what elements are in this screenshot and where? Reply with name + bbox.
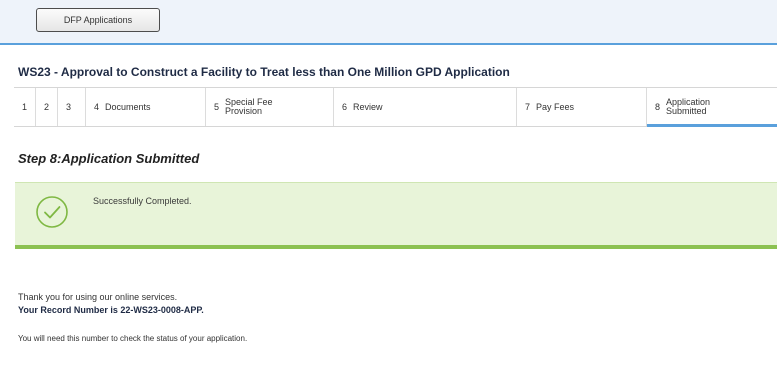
step-number: 1 bbox=[22, 102, 28, 112]
record-number: 22-WS23-0008-APP. bbox=[120, 305, 204, 315]
step-number: 7 bbox=[525, 102, 531, 112]
step-number: 3 bbox=[66, 102, 72, 112]
step-label: Special Fee Provision bbox=[225, 97, 273, 116]
step-number: 6 bbox=[342, 102, 348, 112]
step-4-documents[interactable]: 4 Documents bbox=[86, 88, 206, 126]
dfp-applications-button[interactable]: DFP Applications bbox=[36, 8, 160, 32]
step-label: Review bbox=[353, 101, 383, 112]
step-8-application-submitted[interactable]: 8 Application Submitted bbox=[647, 88, 777, 127]
step-number: 8 bbox=[655, 102, 661, 112]
step-6-review[interactable]: 6 Review bbox=[334, 88, 517, 126]
step-heading: Step 8:Application Submitted bbox=[18, 151, 200, 166]
step-progress-bar: 1 2 3 4 Documents 5 Special Fee Provisio… bbox=[14, 87, 777, 127]
status-note: You will need this number to check the s… bbox=[18, 334, 248, 343]
step-number: 2 bbox=[44, 102, 50, 112]
success-message: Successfully Completed. bbox=[93, 196, 192, 206]
step-2[interactable]: 2 bbox=[36, 88, 58, 126]
step-label: Documents bbox=[105, 101, 151, 112]
record-number-line: Your Record Number is 22-WS23-0008-APP. bbox=[18, 305, 204, 315]
step-number: 4 bbox=[94, 102, 100, 112]
step-number: 5 bbox=[214, 102, 220, 112]
thank-you-text: Thank you for using our online services. bbox=[18, 292, 178, 302]
page-title: WS23 - Approval to Construct a Facility … bbox=[18, 65, 510, 79]
record-number-label: Your Record Number is bbox=[18, 305, 121, 315]
top-bar: DFP Applications bbox=[0, 0, 777, 45]
step-1[interactable]: 1 bbox=[14, 88, 36, 126]
step-5-special-fee-provision[interactable]: 5 Special Fee Provision bbox=[206, 88, 334, 126]
check-circle-icon bbox=[36, 196, 68, 228]
success-message-box: Successfully Completed. bbox=[15, 182, 777, 249]
step-label: Application Submitted bbox=[666, 97, 711, 116]
step-7-pay-fees[interactable]: 7 Pay Fees bbox=[517, 88, 647, 126]
step-label: Pay Fees bbox=[536, 101, 575, 112]
step-3[interactable]: 3 bbox=[58, 88, 86, 126]
